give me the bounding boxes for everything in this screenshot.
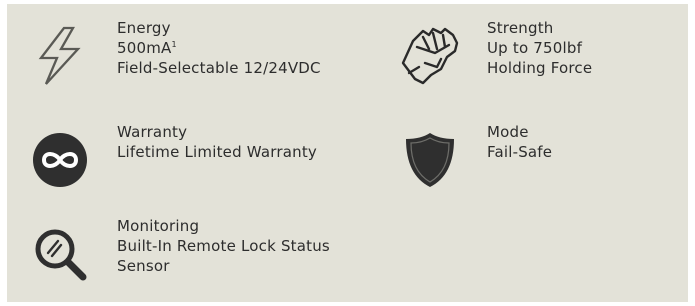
feature-detail: Field-Selectable 12/24VDC <box>117 59 321 77</box>
feature-energy: Energy 500mA1 Field-Selectable 12/24VDC <box>22 18 321 94</box>
footnote-marker: 1 <box>171 40 177 49</box>
feature-detail: Sensor <box>117 257 170 275</box>
feature-title: Strength <box>487 19 554 37</box>
feature-panel: Energy 500mA1 Field-Selectable 12/24VDC … <box>7 4 688 302</box>
feature-monitoring: Monitoring Built-In Remote Lock Status S… <box>22 216 330 292</box>
feature-value: Lifetime Limited Warranty <box>117 143 317 161</box>
feature-strength: Strength Up to 750lbf Holding Force <box>392 18 592 94</box>
feature-value: Built-In Remote Lock Status <box>117 237 330 255</box>
lightning-bolt-icon <box>22 18 98 94</box>
feature-value: 500mA <box>117 39 172 57</box>
magnifier-icon <box>22 216 98 292</box>
feature-title: Monitoring <box>117 217 200 235</box>
feature-warranty: Warranty Lifetime Limited Warranty <box>22 122 317 198</box>
feature-value: Up to 750lbf <box>487 39 583 57</box>
infinity-icon <box>22 122 98 198</box>
feature-title: Warranty <box>117 123 188 141</box>
shield-icon <box>392 122 468 198</box>
feature-detail: Holding Force <box>487 59 593 77</box>
feature-title: Energy <box>117 19 171 37</box>
fist-strength-icon <box>392 18 468 94</box>
feature-value: Fail-Safe <box>487 143 553 161</box>
feature-title: Mode <box>487 123 529 141</box>
feature-mode: Mode Fail-Safe <box>392 122 552 198</box>
